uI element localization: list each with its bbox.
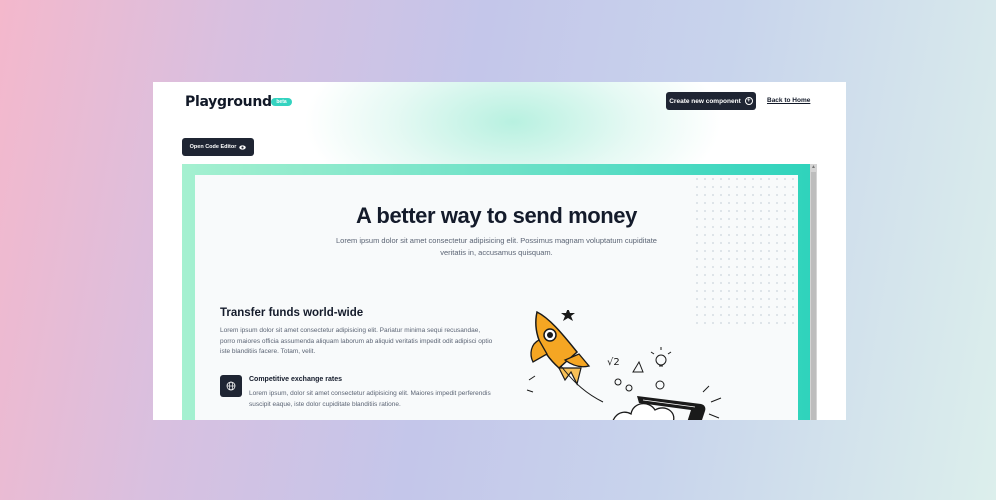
section-title: Transfer funds world-wide (220, 307, 364, 319)
plus-circle-icon: + (744, 97, 753, 105)
dot-pattern (693, 175, 798, 325)
top-bar: Playground beta Create new component + B… (153, 82, 846, 122)
rocket-launch-illustration: √2 (526, 310, 722, 420)
open-code-editor-label: Open Code Editor (189, 144, 237, 150)
create-component-button[interactable]: Create new component + (666, 92, 756, 110)
sqrt-doodle: √2 (607, 357, 620, 368)
hero-title: A better way to send money (356, 203, 637, 228)
hero-subtitle: Lorem ipsum dolor sit amet consectetur a… (336, 236, 657, 257)
rocket-icon (530, 310, 604, 403)
preview-scrollbar[interactable]: ▲ (810, 164, 817, 420)
playground-window: Playground beta Create new component + B… (153, 82, 846, 420)
back-to-home-link[interactable]: Back to Home (767, 97, 810, 104)
feature-icon-box (220, 375, 242, 397)
preview-frame: A better way to send money Lorem ipsum d… (195, 175, 798, 420)
scrollbar-thumb[interactable] (811, 172, 816, 420)
open-code-editor-button[interactable]: Open Code Editor (182, 138, 254, 156)
feature-title: Competitive exchange rates (249, 376, 342, 383)
scroll-up-icon[interactable]: ▲ (811, 165, 816, 170)
beta-badge: beta (271, 98, 292, 106)
eye-icon (239, 144, 247, 150)
lightbulb-icon (650, 347, 672, 367)
brand-logo[interactable]: Playground (185, 94, 272, 110)
section-text: Lorem ipsum dolor sit amet consectetur a… (220, 327, 493, 355)
globe-icon (226, 381, 236, 391)
create-component-label: Create new component (669, 97, 741, 105)
feature-text: Lorem ipsum, dolor sit amet consectetur … (249, 390, 491, 408)
